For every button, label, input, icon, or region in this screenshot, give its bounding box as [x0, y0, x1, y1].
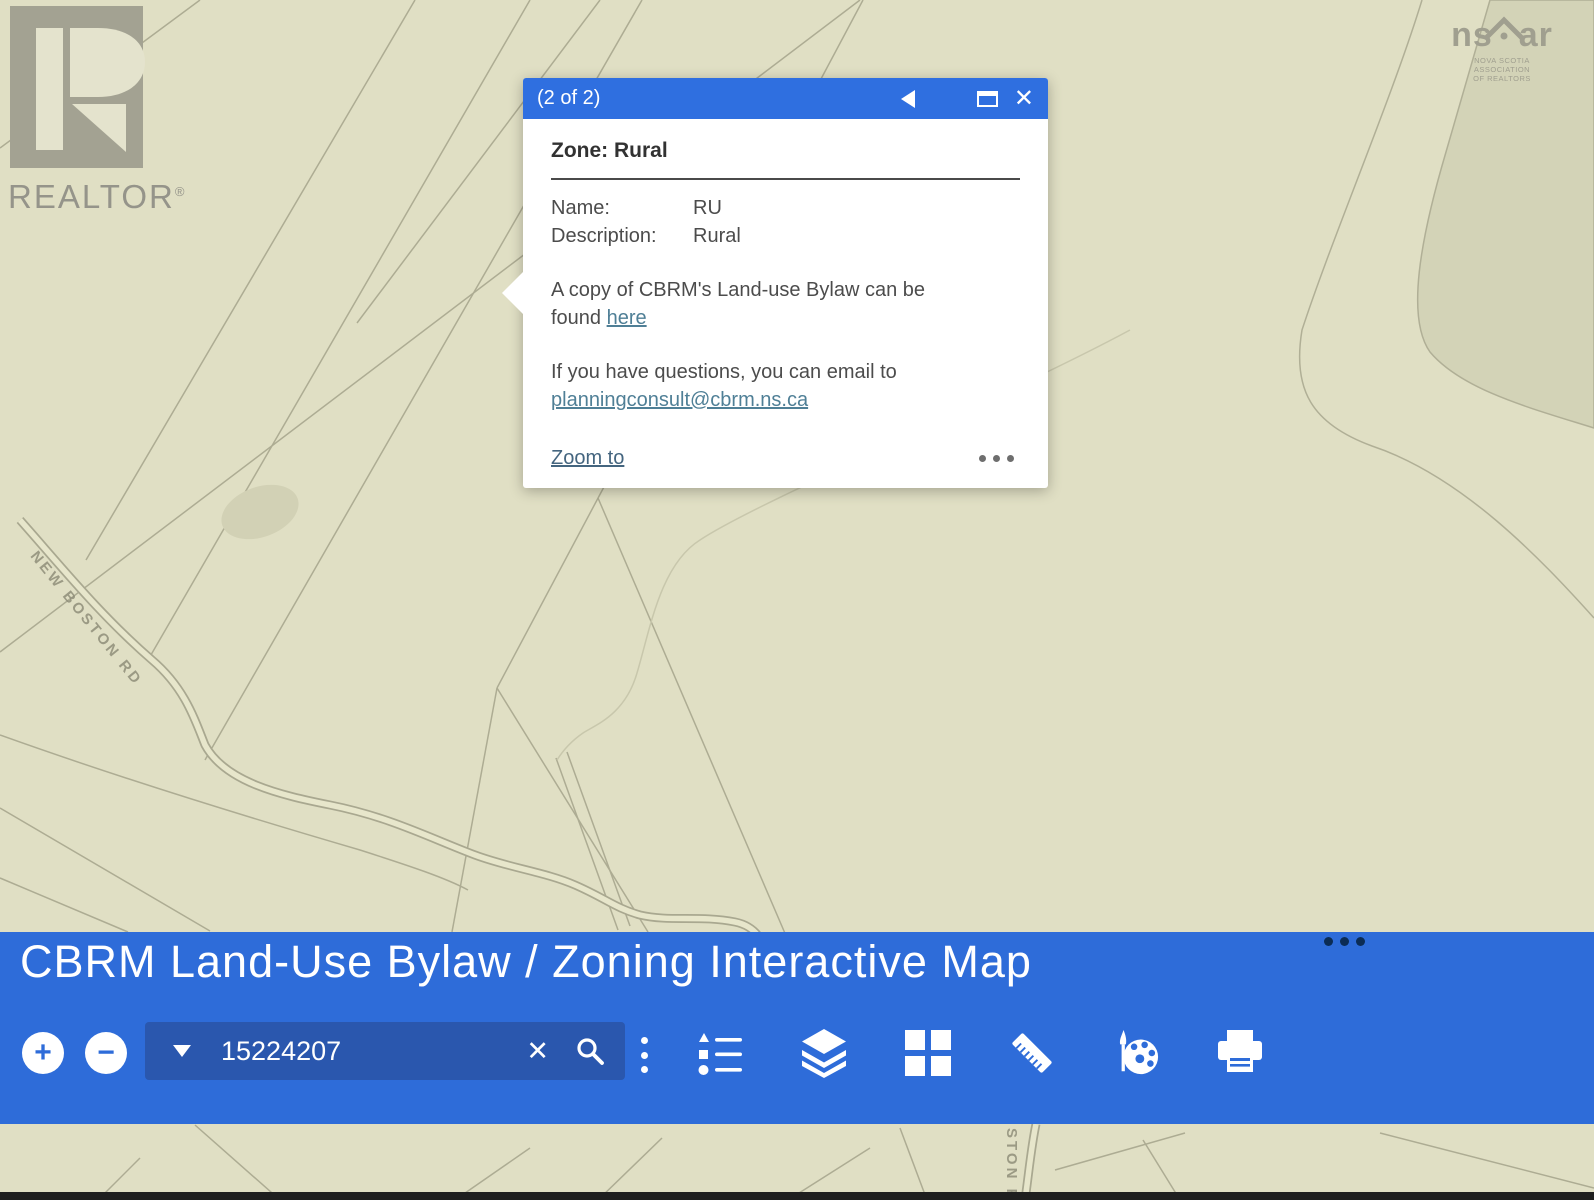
popup-body: Zone: Rural Name: RU Description: Rural …	[523, 119, 1048, 414]
overflow-dots-icon[interactable]	[1324, 937, 1365, 946]
basemap-gallery-icon[interactable]	[904, 1029, 952, 1077]
close-icon[interactable]: ✕	[1014, 89, 1034, 109]
popup-title: Zone: Rural	[551, 139, 1020, 163]
realtor-wordmark: REALTOR®	[8, 178, 193, 216]
popup-pagination: (2 of 2)	[537, 87, 600, 110]
planning-email-link[interactable]: planningconsult@cbrm.ns.ca	[551, 389, 808, 411]
measure-icon[interactable]	[1008, 1029, 1056, 1077]
maximize-icon[interactable]	[977, 91, 998, 107]
search-input[interactable]	[221, 1036, 471, 1067]
app-title: CBRM Land-Use Bylaw / Zoning Interactive…	[20, 936, 1032, 988]
nsar-roof-icon	[1484, 14, 1524, 40]
field-label: Description:	[551, 222, 693, 250]
print-icon[interactable]	[1216, 1029, 1264, 1077]
realtor-r-logo-icon	[8, 4, 145, 170]
popup-footer: Zoom to	[551, 447, 1014, 470]
clear-search-icon[interactable]: ✕	[526, 1038, 549, 1065]
nsar-watermark: nsar NOVA SCOTIA ASSOCIATION OF REALTORS	[1446, 16, 1558, 83]
popup-header: (2 of 2) ✕	[523, 78, 1048, 119]
nsar-subtext: NOVA SCOTIA ASSOCIATION OF REALTORS	[1446, 56, 1558, 83]
search-box: ✕	[145, 1022, 625, 1080]
taskbar-edge	[0, 1192, 1594, 1200]
feature-popup: (2 of 2) ✕ Zone: Rural Name: RU Descript…	[523, 78, 1048, 488]
search-options-kebab-icon[interactable]	[641, 1034, 648, 1076]
realtor-watermark: REALTOR®	[8, 4, 193, 216]
zoom-to-link[interactable]: Zoom to	[551, 447, 624, 470]
app-window: NEW BOSTON RD STON R REALTOR® nsar NOVA …	[0, 0, 1594, 1200]
legend-icon[interactable]	[696, 1029, 744, 1077]
zoom-out-button[interactable]: −	[85, 1032, 127, 1074]
previous-feature-icon[interactable]	[901, 90, 915, 108]
divider	[551, 178, 1020, 180]
bylaw-paragraph: A copy of CBRM's Land-use Bylaw can be f…	[551, 276, 1020, 332]
field-value: Rural	[693, 222, 741, 250]
field-label: Name:	[551, 194, 693, 222]
bylaw-here-link[interactable]: here	[607, 307, 647, 329]
search-icon[interactable]	[575, 1036, 605, 1066]
layers-icon[interactable]	[800, 1029, 848, 1077]
search-source-dropdown-icon[interactable]	[173, 1045, 191, 1057]
ellipsis-icon[interactable]	[979, 455, 1014, 462]
contact-paragraph: If you have questions, you can email to …	[551, 358, 1020, 414]
road-label-boston-rd-vertical: STON R	[1003, 1128, 1020, 1200]
draw-icon[interactable]	[1112, 1029, 1160, 1077]
bottom-bar: CBRM Land-Use Bylaw / Zoning Interactive…	[0, 932, 1594, 1124]
toolbar	[696, 1029, 1264, 1077]
zoom-in-button[interactable]: +	[22, 1032, 64, 1074]
field-row-description: Description: Rural	[551, 222, 1020, 250]
field-row-name: Name: RU	[551, 194, 1020, 222]
popup-pointer	[502, 272, 523, 314]
field-value: RU	[693, 194, 722, 222]
nsar-wordmark: nsar	[1446, 16, 1558, 54]
